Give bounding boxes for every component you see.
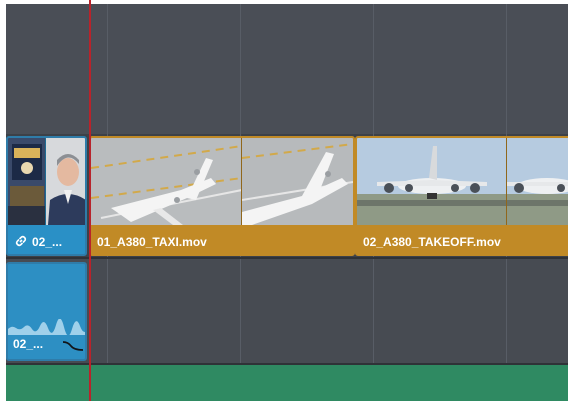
takeoff-thumbnail: [357, 138, 508, 225]
taxi-thumbnail: [91, 138, 243, 225]
link-icon: [15, 235, 27, 247]
video-clip-taxi[interactable]: 01_A380_TAXI.mov: [89, 136, 355, 256]
linked-video-clip[interactable]: 02_...: [6, 136, 87, 256]
linked-audio-clip[interactable]: 02_...: [6, 262, 87, 361]
fade-curve-icon[interactable]: [62, 339, 84, 353]
clip-thumbnails: [357, 138, 568, 225]
playhead[interactable]: [89, 0, 91, 401]
poster-thumbnail: [8, 138, 46, 225]
clip-label: 02_A380_TAKEOFF.mov: [363, 235, 501, 249]
audio-clip-label: 02_...: [13, 337, 44, 351]
clip-thumbnails: [91, 138, 353, 225]
video-clip-takeoff[interactable]: 02_A380_TAKEOFF.mov: [355, 136, 568, 256]
presenter-thumbnail: [45, 138, 85, 225]
taxi-thumbnail: [242, 138, 353, 225]
clip-thumbnails: [8, 138, 85, 225]
audio-waveform: [8, 319, 85, 335]
clip-label: 01_A380_TAXI.mov: [97, 235, 207, 249]
timeline-viewport: 02_... 01_A380_TAXI.mov 02_A380_TAKEOFF.…: [0, 0, 568, 401]
takeoff-thumbnail: [507, 138, 568, 225]
linked-clip-label: 02_...: [32, 235, 63, 249]
